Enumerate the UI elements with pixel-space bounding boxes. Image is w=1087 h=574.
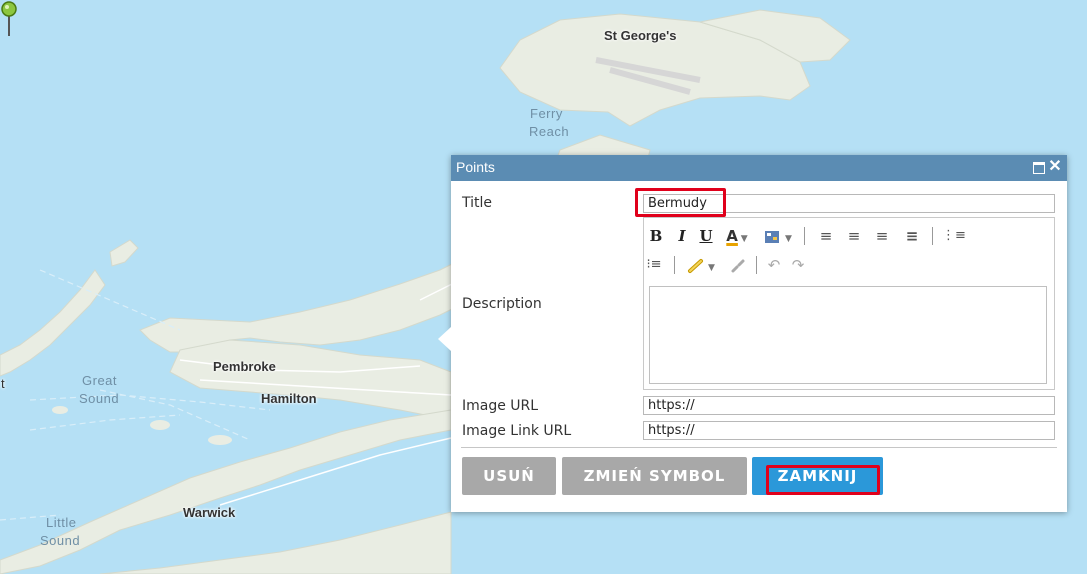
description-editor: B I U A ▼ ▼ ≡ ≡ ≡ ≡ ⋮≡ ⁝≡ ▼ ↶ ↷: [643, 217, 1055, 390]
change-symbol-button[interactable]: ZMIEŃ SYMBOL: [562, 457, 747, 495]
italic-icon[interactable]: I: [674, 226, 690, 246]
place-great-sound-2: Sound: [79, 391, 120, 406]
popup-titlebar: Points ✕: [451, 155, 1067, 181]
title-highlight-box: [635, 188, 726, 217]
button-divider: [461, 447, 1057, 448]
description-label: Description: [462, 296, 542, 312]
undo-icon[interactable]: ↶: [764, 255, 784, 275]
popup-pointer: [438, 327, 451, 351]
place-st-georges: St George's: [604, 28, 677, 43]
place-hamilton: Hamilton: [261, 391, 317, 406]
edit-feature-popup: Points ✕ Title B I U A ▼ ▼ ≡ ≡ ≡ ≡ ⋮≡ ⁝≡: [438, 155, 1067, 512]
popup-title: Points: [456, 159, 495, 175]
maximize-icon[interactable]: [1031, 159, 1047, 175]
image-link-url-input[interactable]: [643, 421, 1055, 440]
image-url-label: Image URL: [462, 398, 539, 414]
font-color-icon[interactable]: A ▼: [722, 226, 752, 246]
delete-button[interactable]: USUŃ: [462, 457, 556, 495]
align-left-icon[interactable]: ≡: [816, 226, 836, 246]
align-right-icon[interactable]: ≡: [872, 226, 892, 246]
title-label: Title: [462, 195, 493, 211]
toolbar-separator: [932, 227, 933, 245]
unlink-icon[interactable]: [728, 255, 748, 275]
image-url-input[interactable]: [643, 396, 1055, 415]
place-edge-label: t: [1, 376, 5, 391]
place-little-sound-2: Sound: [40, 533, 81, 548]
description-textarea[interactable]: [649, 286, 1047, 384]
underline-icon[interactable]: U: [698, 226, 714, 246]
image-link-url-label: Image Link URL: [462, 423, 572, 439]
close-icon[interactable]: ✕: [1047, 159, 1063, 175]
numbered-list-icon[interactable]: ⋮≡: [942, 226, 966, 246]
place-warwick: Warwick: [183, 505, 236, 520]
place-great-sound-1: Great: [82, 373, 118, 388]
bold-icon[interactable]: B: [648, 226, 664, 246]
toolbar-separator: [804, 227, 805, 245]
toolbar-separator: [756, 256, 757, 274]
close-highlight-box: [766, 465, 880, 495]
redo-icon[interactable]: ↷: [788, 255, 808, 275]
place-ferry-reach-1: Ferry: [530, 106, 563, 121]
bulleted-list-icon[interactable]: ⁝≡: [644, 255, 664, 275]
place-pembroke: Pembroke: [213, 359, 276, 374]
highlight-icon[interactable]: ▼: [762, 226, 794, 246]
font-color-letter: A: [726, 227, 738, 245]
toolbar-separator: [674, 256, 675, 274]
justify-icon[interactable]: ≡: [902, 226, 922, 246]
map-pin-icon[interactable]: [0, 0, 18, 40]
place-ferry-reach-2: Reach: [529, 124, 570, 139]
link-icon[interactable]: ▼: [684, 255, 718, 275]
align-center-icon[interactable]: ≡: [844, 226, 864, 246]
editor-toolbar: B I U A ▼ ▼ ≡ ≡ ≡ ≡ ⋮≡ ⁝≡ ▼ ↶ ↷: [644, 218, 1054, 282]
place-little-sound-1: Little: [46, 515, 77, 530]
